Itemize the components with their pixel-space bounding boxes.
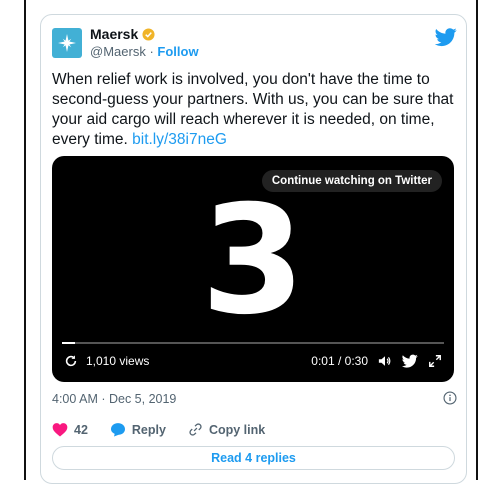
view-count: 1,010 views <box>86 354 150 368</box>
heart-icon <box>52 423 68 437</box>
tweet-actions: 42 Reply Copy link <box>52 422 265 437</box>
twitter-logo-icon[interactable] <box>402 354 418 368</box>
read-replies-label: Read 4 replies <box>211 451 296 465</box>
video-progress-fill <box>62 342 75 344</box>
info-icon[interactable] <box>443 391 457 405</box>
volume-icon[interactable] <box>378 354 392 368</box>
verified-badge-icon <box>142 27 155 41</box>
like-action[interactable]: 42 <box>52 422 88 437</box>
star-icon <box>58 34 76 52</box>
reply-label: Reply <box>131 422 166 437</box>
author-handle-row: @Maersk · Follow <box>90 44 199 59</box>
reply-action[interactable]: Reply <box>110 422 166 437</box>
maersk-logo[interactable] <box>52 28 82 58</box>
right-controls: 0:01 / 0:30 <box>311 354 442 368</box>
author-name-row: Maersk <box>90 26 155 42</box>
author-handle[interactable]: @Maersk <box>90 44 146 59</box>
follow-link[interactable]: Follow <box>157 44 198 59</box>
views-group: 1,010 views <box>64 354 149 368</box>
tweet-timestamp[interactable]: 4:00 AM · Dec 5, 2019 <box>52 392 176 406</box>
tweet-body: When relief work is involved, you don't … <box>52 71 454 148</box>
copy-link-label: Copy link <box>208 422 266 437</box>
read-replies-button[interactable]: Read 4 replies <box>52 446 455 470</box>
author-name[interactable]: Maersk <box>90 26 138 42</box>
reply-bubble-icon <box>110 423 125 437</box>
tweet-text: When relief work is involved, you don't … <box>52 70 462 150</box>
video-controls: 1,010 views 0:01 / 0:30 <box>64 354 442 374</box>
tweet-header: Maersk @Maersk · Follow <box>52 26 457 60</box>
video-time: 0:01 / 0:30 <box>311 354 368 368</box>
fullscreen-icon[interactable] <box>428 354 442 368</box>
countdown-number: 3 <box>200 174 306 348</box>
twitter-bird-icon[interactable] <box>435 26 457 48</box>
link-icon <box>189 423 202 436</box>
video-progress-bar[interactable] <box>62 342 444 344</box>
tweet-meta: 4:00 AM · Dec 5, 2019 <box>52 391 457 406</box>
video-player[interactable]: Continue watching on Twitter 3 1,010 vie… <box>52 156 454 382</box>
tweet-link[interactable]: bit.ly/38i7neG <box>132 131 227 148</box>
handle-separator: · <box>149 44 154 59</box>
like-count: 42 <box>74 422 88 437</box>
replay-icon[interactable] <box>64 354 78 368</box>
copy-link-action[interactable]: Copy link <box>188 422 265 437</box>
